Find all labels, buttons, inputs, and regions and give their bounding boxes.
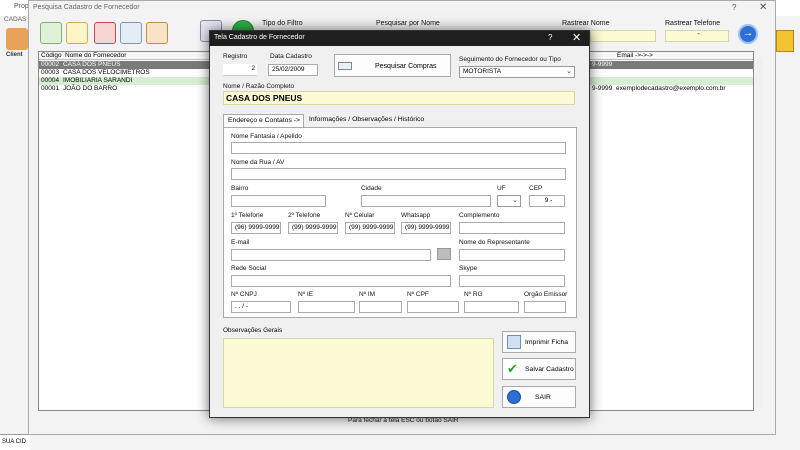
track-name-input[interactable] (590, 30, 656, 42)
track-name-label: Rastrear Nome (562, 20, 610, 27)
tel1-field[interactable]: (96) 9999-9999 (231, 222, 281, 234)
observacoes-textarea[interactable] (223, 338, 494, 408)
supplier-form-dialog: Tela Cadastro de Fornecedor ? ✕ Registro… (209, 30, 590, 418)
col-codigo[interactable]: Código (41, 52, 62, 59)
search-window-title: Pesquisa Cadastro de Fornecedor (33, 4, 140, 11)
skype-field[interactable] (459, 275, 565, 287)
segmento-label: Seguimento do Fornecedor ou Tipo (459, 56, 561, 63)
complemento-field[interactable] (459, 222, 565, 234)
whatsapp-field[interactable]: (99) 9999-9999 (401, 222, 451, 234)
razao-label: Nome / Razão Completo (223, 83, 295, 90)
track-phone-input[interactable]: - (665, 30, 729, 42)
representante-label: Nome do Representante (459, 239, 530, 246)
rede-social-label: Rede Social (231, 265, 267, 272)
observacoes-label: Observações Gerais (223, 327, 283, 334)
cnpj-label: Nº CNPJ (231, 291, 257, 298)
cpf-label: Nº CPF (407, 291, 429, 298)
salvar-cadastro-button[interactable]: ✔ Salvar Cadastro (502, 358, 576, 380)
add-icon[interactable] (40, 22, 62, 44)
rg-field[interactable] (464, 301, 519, 313)
uf-select[interactable]: ⌄ (497, 195, 521, 207)
tel2-label: 2º Telefone (288, 212, 321, 219)
cep-label: CEP (529, 185, 543, 192)
grid-scrollbar[interactable] (755, 58, 763, 408)
status-city: SUA CID (0, 434, 30, 450)
dialog-title: Tela Cadastro de Fornecedor (214, 34, 305, 41)
tab-informacoes[interactable]: Informações / Observações / Histórico (305, 114, 428, 127)
menu-cadastro[interactable]: CADAS (4, 16, 26, 23)
exit-arrow-icon (507, 390, 521, 404)
col-nome[interactable]: Nome do Fornecedor (65, 52, 126, 59)
im-field[interactable] (359, 301, 402, 313)
search-go-button[interactable]: → (738, 24, 758, 44)
registro-field[interactable]: 2 (223, 64, 257, 76)
fantasia-label: Nome Fantasia / Apelido (231, 133, 302, 140)
print-icon (507, 335, 521, 349)
chevron-down-icon: ⌄ (512, 197, 518, 204)
close-icon[interactable]: ✕ (759, 2, 767, 13)
user-icon[interactable] (146, 22, 168, 44)
razao-field[interactable]: CASA DOS PNEUS (223, 91, 575, 105)
checkmark-icon: ✔ (507, 361, 518, 376)
rg-label: Nº RG (464, 291, 483, 298)
search-by-name-label: Pesquisar por Nome (376, 20, 440, 27)
close-icon[interactable]: ✕ (572, 31, 581, 44)
card-icon (338, 62, 352, 70)
cidade-label: Cidade (361, 185, 382, 192)
uf-label: UF (497, 185, 506, 192)
cnpj-field[interactable]: . . / - (231, 301, 291, 313)
data-cadastro-field[interactable]: 25/02/2009 (268, 64, 318, 76)
tab-panel-endereco: Nome Fantasia / Apelido Nome da Rua / AV… (223, 127, 577, 318)
footer-note: Para fechar a tela ESC ou botão SAIR (348, 417, 459, 424)
filter-type-label: Tipo do Filtro (262, 20, 303, 27)
sair-button[interactable]: SAIR (502, 386, 576, 408)
client-label: Client (6, 52, 23, 58)
col-email[interactable]: Email ->->-> (617, 52, 653, 59)
rede-social-field[interactable] (231, 275, 451, 287)
complemento-label: Complemento (459, 212, 500, 219)
pesquisar-compras-button[interactable]: Pesquisar Compras (334, 54, 451, 77)
email-label: E-mail (231, 239, 250, 246)
tel2-field[interactable]: (99) 9999-9999 (288, 222, 338, 234)
delete-icon[interactable] (94, 22, 116, 44)
tab-endereco[interactable]: Endereço e Contatos -> (223, 114, 304, 127)
bairro-label: Bairro (231, 185, 249, 192)
email-send-icon[interactable] (437, 248, 451, 260)
rua-label: Nome da Rua / AV (231, 159, 285, 166)
celular-label: Nº Celular (345, 212, 375, 219)
imprimir-ficha-button[interactable]: Imprimir Ficha (502, 331, 576, 353)
data-cadastro-label: Data Cadastro (270, 53, 312, 60)
email-field[interactable] (231, 249, 431, 261)
chevron-down-icon: ⌄ (566, 68, 572, 75)
cep-field[interactable]: 9 - (529, 195, 565, 207)
cidade-field[interactable] (361, 195, 491, 207)
help-icon[interactable]: ? (732, 3, 736, 12)
representante-field[interactable] (459, 249, 565, 261)
ie-field[interactable] (298, 301, 355, 313)
celular-field[interactable]: (99) 9999-9999 (345, 222, 395, 234)
orgao-label: Orgão Emissor (524, 291, 568, 298)
print-icon[interactable] (120, 22, 142, 44)
fantasia-field[interactable] (231, 142, 566, 154)
client-icon[interactable] (6, 28, 28, 50)
bairro-field[interactable] (231, 195, 326, 207)
skype-label: Skype (459, 265, 478, 272)
edit-icon[interactable] (66, 22, 88, 44)
exit-door-icon[interactable] (776, 30, 794, 52)
cpf-field[interactable] (407, 301, 459, 313)
rua-field[interactable] (231, 168, 566, 180)
orgao-field[interactable] (524, 301, 566, 313)
segmento-select[interactable]: MOTORISTA ⌄ (459, 66, 575, 78)
track-phone-label: Rastrear Telefone (665, 20, 721, 27)
help-icon[interactable]: ? (548, 33, 552, 42)
ie-label: Nº IE (298, 291, 314, 298)
whatsapp-label: Whatsapp (401, 212, 431, 219)
tel1-label: 1º Telefone (231, 212, 264, 219)
dialog-titlebar: Tela Cadastro de Fornecedor ? ✕ (210, 31, 589, 46)
im-label: Nº IM (359, 291, 376, 298)
app-title: Prop (14, 3, 29, 10)
registro-label: Registro (223, 53, 248, 60)
